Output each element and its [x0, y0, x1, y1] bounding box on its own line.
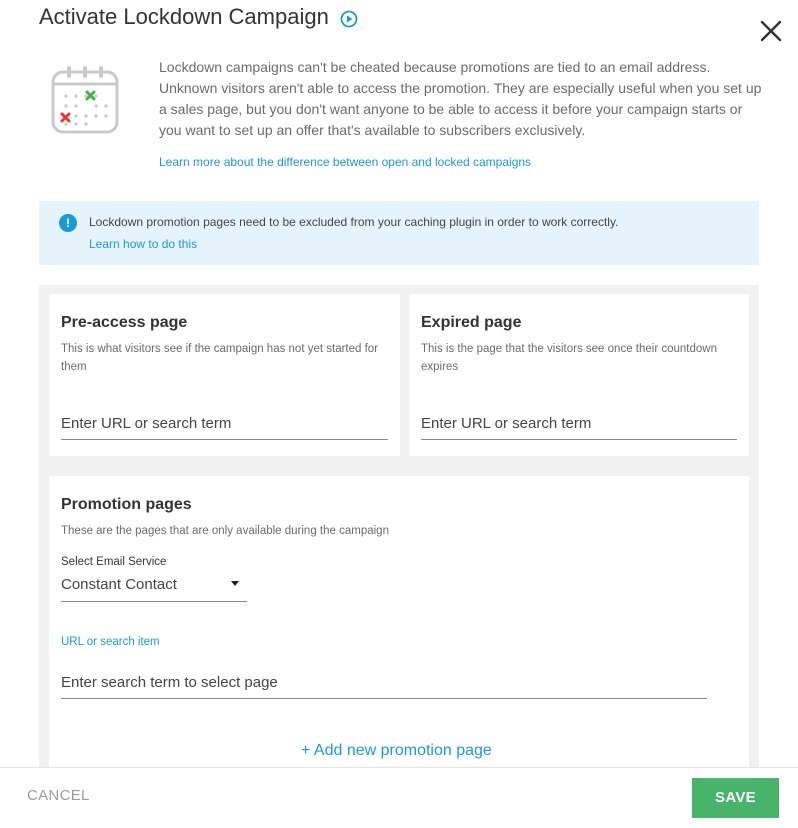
close-icon[interactable] — [760, 20, 782, 42]
email-service-select[interactable]: Constant Contact — [61, 568, 247, 602]
email-service-value: Constant Contact — [61, 576, 177, 593]
email-service-label: Select Email Service — [61, 556, 167, 568]
dropdown-caret-icon — [231, 581, 239, 586]
url-search-label: URL or search item — [61, 636, 160, 648]
add-promotion-page-link[interactable]: + Add new promotion page — [301, 742, 492, 760]
expired-url-input[interactable]: Enter URL or search term — [421, 412, 737, 440]
pre-access-title: Pre-access page — [61, 314, 188, 331]
expired-title: Expired page — [421, 314, 522, 331]
caching-notice: ! Lockdown promotion pages need to be ex… — [39, 201, 759, 265]
promotion-description: These are the pages that are only availa… — [61, 525, 389, 537]
settings-panel: Pre-access page This is what visitors se… — [39, 285, 759, 776]
promotion-search-input[interactable]: Enter search term to select page — [61, 671, 707, 699]
calendar-icon — [50, 64, 120, 136]
notice-text: Lockdown promotion pages need to be excl… — [89, 215, 619, 229]
intro-description: Lockdown campaigns can't be cheated beca… — [159, 59, 762, 138]
dialog-title: Activate Lockdown Campaign — [39, 4, 358, 30]
footer-divider — [0, 767, 798, 768]
promotion-card: Promotion pages These are the pages that… — [49, 476, 749, 776]
notice-learn-link[interactable]: Learn how to do this — [89, 237, 197, 251]
expired-card: Expired page This is the page that the v… — [409, 294, 749, 456]
pre-access-card: Pre-access page This is what visitors se… — [49, 294, 400, 456]
learn-more-link[interactable]: Learn more about the difference between … — [159, 155, 531, 169]
pre-access-description: This is what visitors see if the campaig… — [61, 343, 379, 373]
cancel-button[interactable]: CANCEL — [27, 787, 90, 804]
dialog-title-text: Activate Lockdown Campaign — [39, 4, 329, 29]
save-button[interactable]: SAVE — [692, 778, 779, 818]
promotion-title: Promotion pages — [61, 496, 192, 513]
info-icon: ! — [59, 214, 77, 232]
play-circle-icon[interactable] — [340, 8, 358, 28]
expired-description: This is the page that the visitors see o… — [421, 343, 717, 373]
pre-access-url-input[interactable]: Enter URL or search term — [61, 412, 388, 440]
